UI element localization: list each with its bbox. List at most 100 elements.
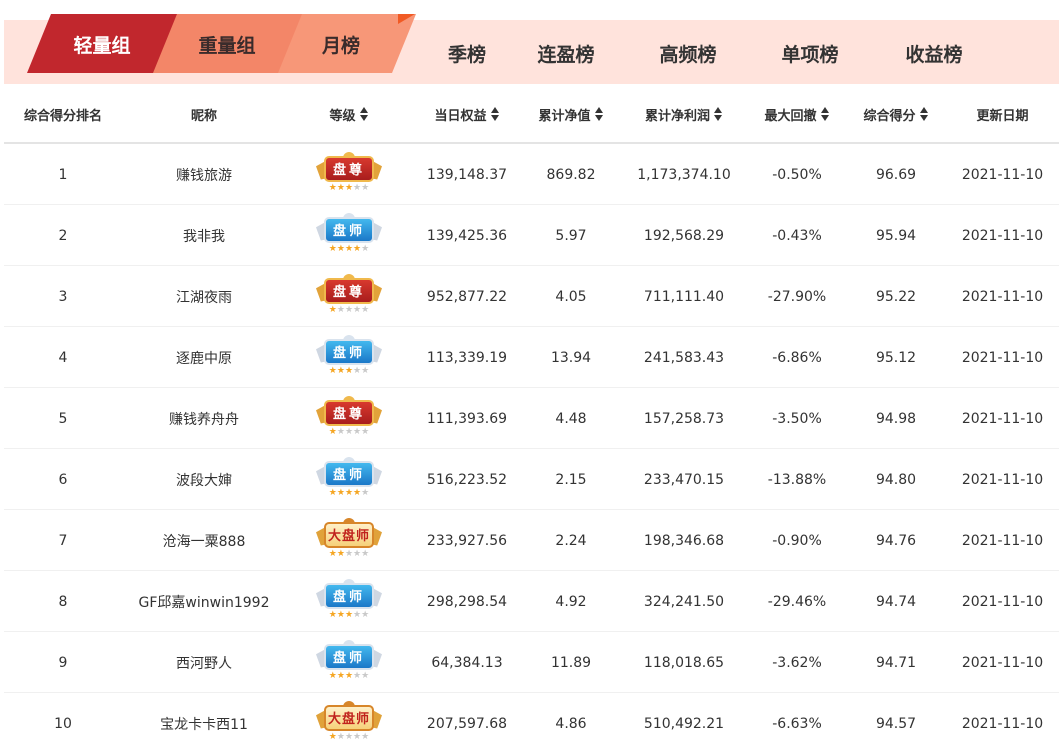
cell-composite-score: 94.98: [846, 388, 946, 449]
cell-level: 盘师 ★★★★★: [286, 632, 412, 693]
table-row[interactable]: 1 赚钱旅游 盘尊 ★★★★★ 139,148.37 869.82 1,173,374.10…: [4, 144, 1059, 205]
rank-text: 7: [58, 532, 68, 549]
star-empty-icon: ★: [344, 548, 354, 559]
column-header-cumulative-profit[interactable]: 累计净利润: [620, 84, 748, 144]
star-rating: ★★★★★: [329, 488, 369, 498]
table-row[interactable]: 5 赚钱养舟舟 盘尊 ★★★★★ 111,393.69 4.48 157,258.73 -3.…: [4, 388, 1059, 449]
tab-label: 收益榜: [905, 43, 963, 66]
level-badge: 盘尊 ★★★★★: [312, 395, 386, 441]
cell-update-date: 2021-11-10: [946, 388, 1059, 449]
level-badge: 大盘师 ★★★★★: [312, 517, 386, 563]
cell-rank: 7: [4, 510, 122, 571]
tab-light-group[interactable]: 轻量组: [27, 14, 177, 73]
sort-arrows-icon[interactable]: [359, 107, 369, 121]
star-empty-icon: ★: [336, 304, 345, 315]
cell-cumulative-profit: 198,346.68: [620, 510, 748, 571]
column-header-daily-equity[interactable]: 当日权益: [412, 84, 522, 144]
table-row[interactable]: 4 逐鹿中原 盘师 ★★★★★ 113,339.19 13.94 241,583.43 -6.…: [4, 327, 1059, 388]
update-date-text: 2021-11-10: [961, 166, 1044, 183]
cell-nickname[interactable]: GF邱嘉winwin1992: [122, 571, 286, 632]
tab-quarterly[interactable]: 季榜: [418, 20, 516, 84]
table-row[interactable]: 6 波段大婶 盘师 ★★★★★ 516,223.52 2.15 233,470.15 -13.…: [4, 449, 1059, 510]
sort-arrows-icon[interactable]: [490, 107, 500, 121]
badge-plate: 大盘师: [316, 517, 382, 548]
star-empty-icon: ★: [353, 365, 362, 376]
tab-label: 连盈榜: [537, 43, 595, 66]
tab-label: 单项榜: [781, 43, 839, 66]
rank-text: 2: [58, 227, 68, 244]
cell-nickname[interactable]: 逐鹿中原: [122, 327, 286, 388]
cell-nickname[interactable]: 西河野人: [122, 632, 286, 693]
cell-nickname[interactable]: 赚钱旅游: [122, 144, 286, 205]
daily-equity-text: 233,927.56: [426, 532, 508, 549]
star-filled-icon: ★: [353, 243, 362, 254]
tab-high-frequency[interactable]: 高频榜: [638, 20, 738, 84]
badge-plate: 盘师: [316, 456, 382, 487]
tab-single-item[interactable]: 单项榜: [760, 20, 860, 84]
column-header-label: 当日权益: [434, 108, 487, 124]
composite-score-text: 95.12: [875, 349, 917, 366]
cell-nickname[interactable]: 赚钱养舟舟: [122, 388, 286, 449]
star-empty-icon: ★: [344, 426, 354, 437]
badge-title: 盘尊: [324, 155, 374, 182]
cell-nickname[interactable]: 波段大婶: [122, 449, 286, 510]
daily-equity-text: 113,339.19: [426, 349, 508, 366]
tab-win-streak[interactable]: 连盈榜: [516, 20, 616, 84]
cumulative-nav-text: 4.92: [555, 593, 587, 610]
update-date-text: 2021-11-10: [961, 715, 1044, 732]
table-row[interactable]: 8 GF邱嘉winwin1992 盘师 ★★★★★ 298,298.54 4.92 324,…: [4, 571, 1059, 632]
cell-nickname[interactable]: 江湖夜雨: [122, 266, 286, 327]
sort-arrows-icon[interactable]: [714, 107, 723, 121]
tab-returns[interactable]: 收益榜: [884, 20, 984, 84]
column-header-rank: 综合得分排名: [4, 84, 122, 144]
badge-title: 大盘师: [324, 521, 374, 548]
level-badge: 盘尊 ★★★★★: [312, 273, 386, 319]
column-header-max-drawdown[interactable]: 最大回撤: [748, 84, 846, 144]
cell-daily-equity: 207,597.68: [412, 693, 522, 747]
tab-heavy-group[interactable]: 重量组: [152, 14, 302, 73]
cell-nickname[interactable]: 沧海一粟888: [122, 510, 286, 571]
star-empty-icon: ★: [361, 487, 370, 498]
column-header-level[interactable]: 等级: [286, 84, 412, 144]
cell-rank: 8: [4, 571, 122, 632]
cell-cumulative-profit: 510,492.21: [620, 693, 748, 747]
star-empty-icon: ★: [353, 304, 362, 315]
nickname-text: 赚钱养舟舟: [169, 411, 239, 428]
star-empty-icon: ★: [353, 609, 362, 620]
column-header-cumulative-nav[interactable]: 累计净值: [522, 84, 620, 144]
cell-cumulative-nav: 2.15: [522, 449, 620, 510]
update-date-text: 2021-11-10: [961, 227, 1044, 244]
cell-level: 盘师 ★★★★★: [286, 571, 412, 632]
cell-level: 盘尊 ★★★★★: [286, 266, 412, 327]
cell-nickname[interactable]: 我非我: [122, 205, 286, 266]
sort-arrows-icon[interactable]: [919, 107, 929, 121]
table-row[interactable]: 7 沧海一粟888 大盘师 ★★★★★ 233,927.56 2.24 198,346.68…: [4, 510, 1059, 571]
cell-cumulative-profit: 324,241.50: [620, 571, 748, 632]
cell-daily-equity: 139,148.37: [412, 144, 522, 205]
cumulative-nav-text: 11.89: [550, 654, 592, 671]
nickname-text: 沧海一粟888: [162, 533, 246, 550]
cell-nickname[interactable]: 宝龙卡卡西11: [122, 693, 286, 747]
column-header-composite-score[interactable]: 综合得分: [846, 84, 946, 144]
table-row[interactable]: 9 西河野人 盘师 ★★★★★ 64,384.13 11.89 118,018.65 -3.6…: [4, 632, 1059, 693]
table-body: 1 赚钱旅游 盘尊 ★★★★★ 139,148.37 869.82 1,173,374.10…: [4, 144, 1059, 747]
table-row[interactable]: 10 宝龙卡卡西11 大盘师 ★★★★★ 207,597.68 4.86 510,492.2…: [4, 693, 1059, 747]
badge-title: 盘师: [324, 460, 374, 487]
cell-cumulative-nav: 5.97: [522, 205, 620, 266]
sort-arrows-icon[interactable]: [594, 107, 604, 121]
cell-update-date: 2021-11-10: [946, 449, 1059, 510]
table-row[interactable]: 3 江湖夜雨 盘尊 ★★★★★ 952,877.22 4.05 711,111.40 -27.…: [4, 266, 1059, 327]
rank-text: 6: [58, 471, 68, 488]
cumulative-nav-text: 2.24: [555, 532, 587, 549]
cumulative-profit-text: 1,173,374.10: [637, 166, 731, 183]
star-filled-icon: ★: [336, 609, 345, 620]
table-row[interactable]: 2 我非我 盘师 ★★★★★ 139,425.36 5.97 192,568.29 -0.43…: [4, 205, 1059, 266]
badge-title: 盘尊: [324, 277, 374, 304]
daily-equity-text: 139,425.36: [426, 227, 508, 244]
star-filled-icon: ★: [336, 243, 345, 254]
cell-daily-equity: 233,927.56: [412, 510, 522, 571]
column-header-label: 综合得分排名: [23, 108, 102, 124]
badge-plate: 盘师: [316, 212, 382, 243]
sort-arrows-icon[interactable]: [820, 107, 830, 121]
cell-cumulative-nav: 869.82: [522, 144, 620, 205]
